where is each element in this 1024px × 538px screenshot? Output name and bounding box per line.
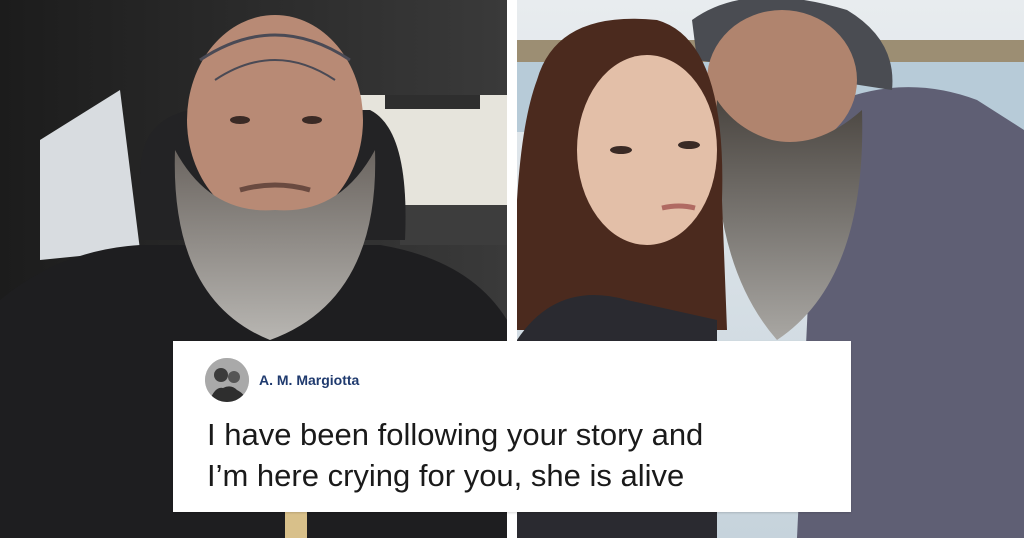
comment-card: A. M. Margiotta I have been following yo…	[173, 341, 851, 512]
comment-line-1: I have been following your story and	[207, 417, 704, 452]
comment-header: A. M. Margiotta	[205, 357, 359, 403]
comment-body: I have been following your story and I’m…	[207, 414, 837, 496]
comment-author-name[interactable]: A. M. Margiotta	[259, 372, 359, 388]
author-avatar[interactable]	[205, 358, 249, 402]
avatar-image	[205, 358, 249, 402]
comment-line-2: I’m here crying for you, she is alive	[207, 458, 685, 493]
